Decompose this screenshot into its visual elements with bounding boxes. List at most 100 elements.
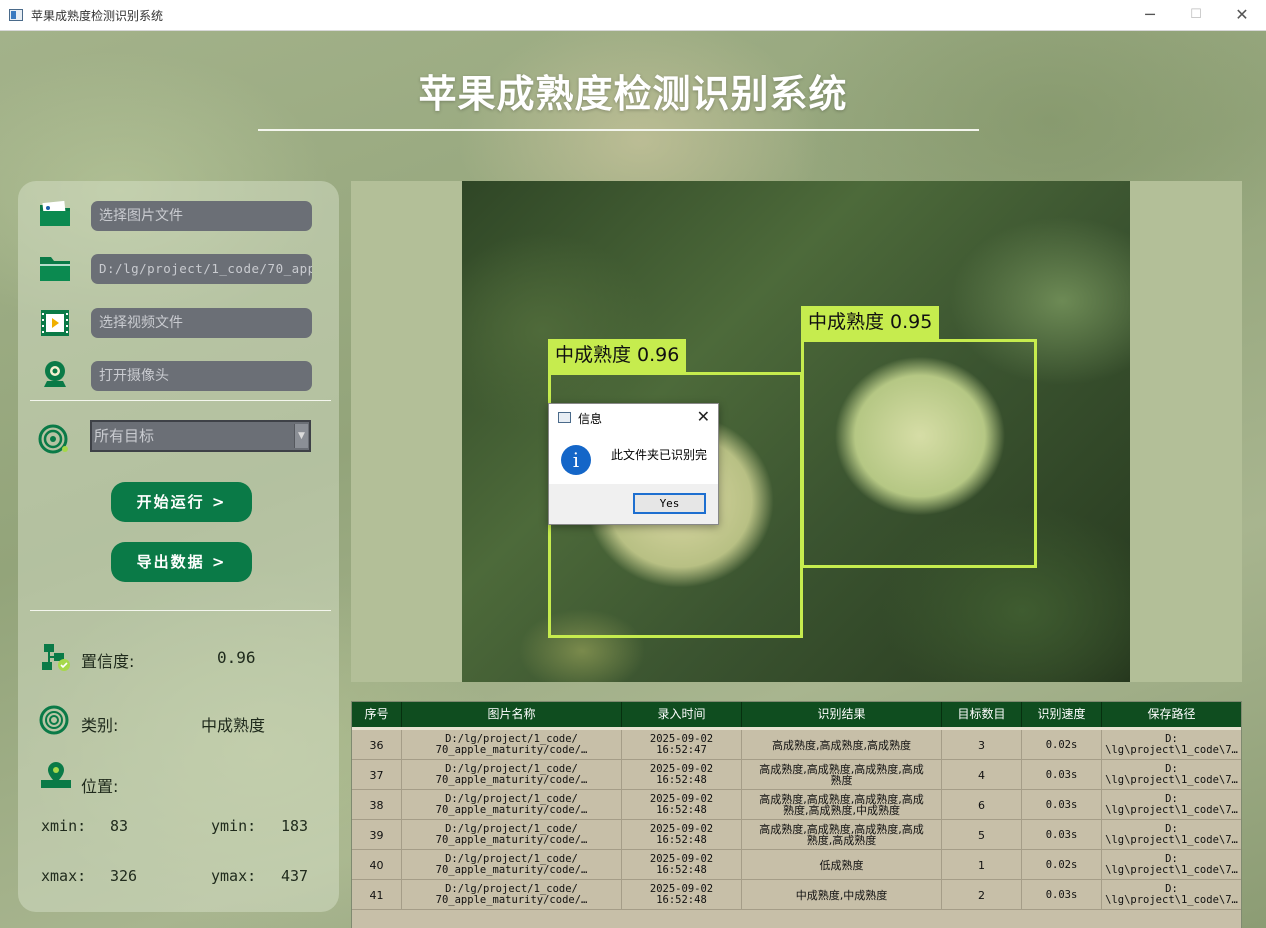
video-file-input[interactable]: 选择视频文件 <box>91 308 312 338</box>
maximize-button[interactable]: ☐ <box>1173 0 1219 30</box>
image-folder-icon[interactable] <box>38 199 72 229</box>
table-cell-time: 2025-09-02 16:52:48 <box>622 820 742 850</box>
target-select-value: 所有目标 <box>94 427 155 445</box>
column-header[interactable]: 识别结果 <box>742 702 942 727</box>
chevron-down-icon[interactable]: ▼ <box>294 424 308 448</box>
dialog-message: 此文件夹已识别完 <box>611 448 708 462</box>
xmin-value: 83 <box>110 817 129 835</box>
table-cell-name: D:/lg/project/1_code/ 70_apple_maturity/… <box>402 850 622 880</box>
class-value: 中成熟度 <box>201 716 266 735</box>
dialog-close-icon[interactable]: ✕ <box>697 407 710 426</box>
table-cell-count: 5 <box>942 820 1022 850</box>
export-data-button[interactable]: 导出数据 > <box>111 542 252 582</box>
page-title: 苹果成熟度检测识别系统 <box>418 72 848 116</box>
table-cell-time: 2025-09-02 16:52:48 <box>622 790 742 820</box>
column-header[interactable]: 录入时间 <box>622 702 742 727</box>
confidence-icon <box>42 644 70 671</box>
results-table[interactable]: 序号 图片名称 录入时间 识别结果 目标数目 识别速度 保存路径 36 D:/lg… <box>351 701 1242 928</box>
minimize-button[interactable]: ─ <box>1127 0 1173 30</box>
xmin-label: xmin: <box>41 817 87 835</box>
confidence-label: 置信度: <box>81 652 135 671</box>
table-cell-name: D:/lg/project/1_code/ 70_apple_maturity/… <box>402 730 622 760</box>
image-viewer: 中成熟度 0.96 中成熟度 0.95 <box>351 181 1242 682</box>
confidence-value: 0.96 <box>217 648 256 667</box>
table-cell-result: 高成熟度,高成熟度,高成熟度 <box>742 730 942 760</box>
class-label: 类别: <box>81 716 119 735</box>
table-cell-count: 1 <box>942 850 1022 880</box>
video-file-icon[interactable] <box>38 308 72 338</box>
table-cell-id: 38 <box>352 790 402 820</box>
table-row[interactable]: 41 D:/lg/project/1_code/ 70_apple_maturit… <box>352 880 1241 910</box>
ymax-label: ymax: <box>211 867 257 885</box>
table-cell-result: 中成熟度,中成熟度 <box>742 880 942 910</box>
folder-icon[interactable] <box>38 253 72 283</box>
table-cell-speed: 0.03s <box>1022 880 1102 910</box>
column-header[interactable]: 图片名称 <box>402 702 622 727</box>
table-row[interactable]: 37 D:/lg/project/1_code/ 70_apple_maturit… <box>352 760 1241 790</box>
table-cell-speed: 0.03s <box>1022 790 1102 820</box>
table-cell-path: D: \lg\project\1_code\7… <box>1105 733 1238 756</box>
xmax-label: xmax: <box>41 867 87 885</box>
table-cell-result: 低成熟度 <box>742 850 942 880</box>
table-cell-time: 2025-09-02 16:52:48 <box>622 760 742 790</box>
table-cell-speed: 0.02s <box>1022 850 1102 880</box>
control-panel: 选择图片文件 D:/lg/project/1_code/70_app 选择视频文… <box>18 181 339 912</box>
dialog-body: i 此文件夹已识别完 <box>549 432 718 484</box>
target-select[interactable]: 所有目标 ▼ <box>90 420 311 452</box>
table-cell-result: 高成熟度,高成熟度,高成熟度,高成 熟度,高成熟度,中成熟度 <box>742 790 942 820</box>
image-file-input[interactable]: 选择图片文件 <box>91 201 312 231</box>
table-cell-count: 3 <box>942 730 1022 760</box>
info-dialog: 信息 ✕ i 此文件夹已识别完 Yes <box>548 403 719 525</box>
table-cell-name: D:/lg/project/1_code/ 70_apple_maturity/… <box>402 880 622 910</box>
column-header[interactable]: 保存路径 <box>1102 702 1241 727</box>
dialog-title: 信息 <box>578 412 603 426</box>
dialog-yes-button[interactable]: Yes <box>633 493 706 514</box>
camera-input[interactable]: 打开摄像头 <box>91 361 312 391</box>
ymin-value: 183 <box>281 817 309 835</box>
table-row[interactable]: 38 D:/lg/project/1_code/ 70_apple_maturit… <box>352 790 1241 820</box>
table-cell-result: 高成熟度,高成熟度,高成熟度,高成 熟度,高成熟度 <box>742 820 942 850</box>
column-header[interactable]: 目标数目 <box>942 702 1022 727</box>
table-cell-id: 37 <box>352 760 402 790</box>
column-header[interactable]: 识别速度 <box>1022 702 1102 727</box>
target-icon <box>38 424 68 454</box>
table-row[interactable]: 40 D:/lg/project/1_code/ 70_apple_maturit… <box>352 850 1241 880</box>
table-cell-id: 40 <box>352 850 402 880</box>
detection-label: 中成熟度 0.95 <box>801 306 940 339</box>
table-cell-name: D:/lg/project/1_code/ 70_apple_maturity/… <box>402 820 622 850</box>
table-row[interactable]: 39 D:/lg/project/1_code/ 70_apple_maturit… <box>352 820 1241 850</box>
table-cell-speed: 0.03s <box>1022 820 1102 850</box>
column-header[interactable]: 序号 <box>352 702 402 727</box>
dialog-titlebar: 信息 ✕ <box>549 404 718 432</box>
webcam-icon[interactable] <box>38 359 72 389</box>
table-row[interactable]: 36 D:/lg/project/1_code/ 70_apple_maturit… <box>352 730 1241 760</box>
table-cell-count: 4 <box>942 760 1022 790</box>
app-icon <box>558 412 571 423</box>
window-titlebar: 苹果成熟度检测识别系统 ─ ☐ ✕ <box>0 0 1266 31</box>
detection-label: 中成熟度 0.96 <box>548 339 687 372</box>
table-cell-time: 2025-09-02 16:52:48 <box>622 880 742 910</box>
table-cell-path: D: \lg\project\1_code\7… <box>1105 763 1238 786</box>
section-divider <box>30 610 331 611</box>
table-header: 序号 图片名称 录入时间 识别结果 目标数目 识别速度 保存路径 <box>352 702 1241 727</box>
table-cell-id: 41 <box>352 880 402 910</box>
table-cell-time: 2025-09-02 16:52:47 <box>622 730 742 760</box>
title-underline <box>258 129 979 131</box>
close-button[interactable]: ✕ <box>1219 0 1265 30</box>
xmax-value: 326 <box>110 867 138 885</box>
detection-box <box>801 339 1037 568</box>
table-cell-speed: 0.03s <box>1022 760 1102 790</box>
table-cell-id: 36 <box>352 730 402 760</box>
category-icon <box>39 705 69 735</box>
start-run-button[interactable]: 开始运行 > <box>111 482 252 522</box>
location-pin-icon <box>41 762 71 788</box>
table-cell-speed: 0.02s <box>1022 730 1102 760</box>
info-icon: i <box>561 445 591 475</box>
table-cell-result: 高成熟度,高成熟度,高成熟度,高成 熟度 <box>742 760 942 790</box>
table-cell-path: D: \lg\project\1_code\7… <box>1105 793 1238 816</box>
table-cell-id: 39 <box>352 820 402 850</box>
folder-path-input[interactable]: D:/lg/project/1_code/70_app <box>91 254 312 284</box>
table-cell-time: 2025-09-02 16:52:48 <box>622 850 742 880</box>
table-cell-path: D: \lg\project\1_code\7… <box>1105 883 1238 906</box>
table-cell-name: D:/lg/project/1_code/ 70_apple_maturity/… <box>402 790 622 820</box>
